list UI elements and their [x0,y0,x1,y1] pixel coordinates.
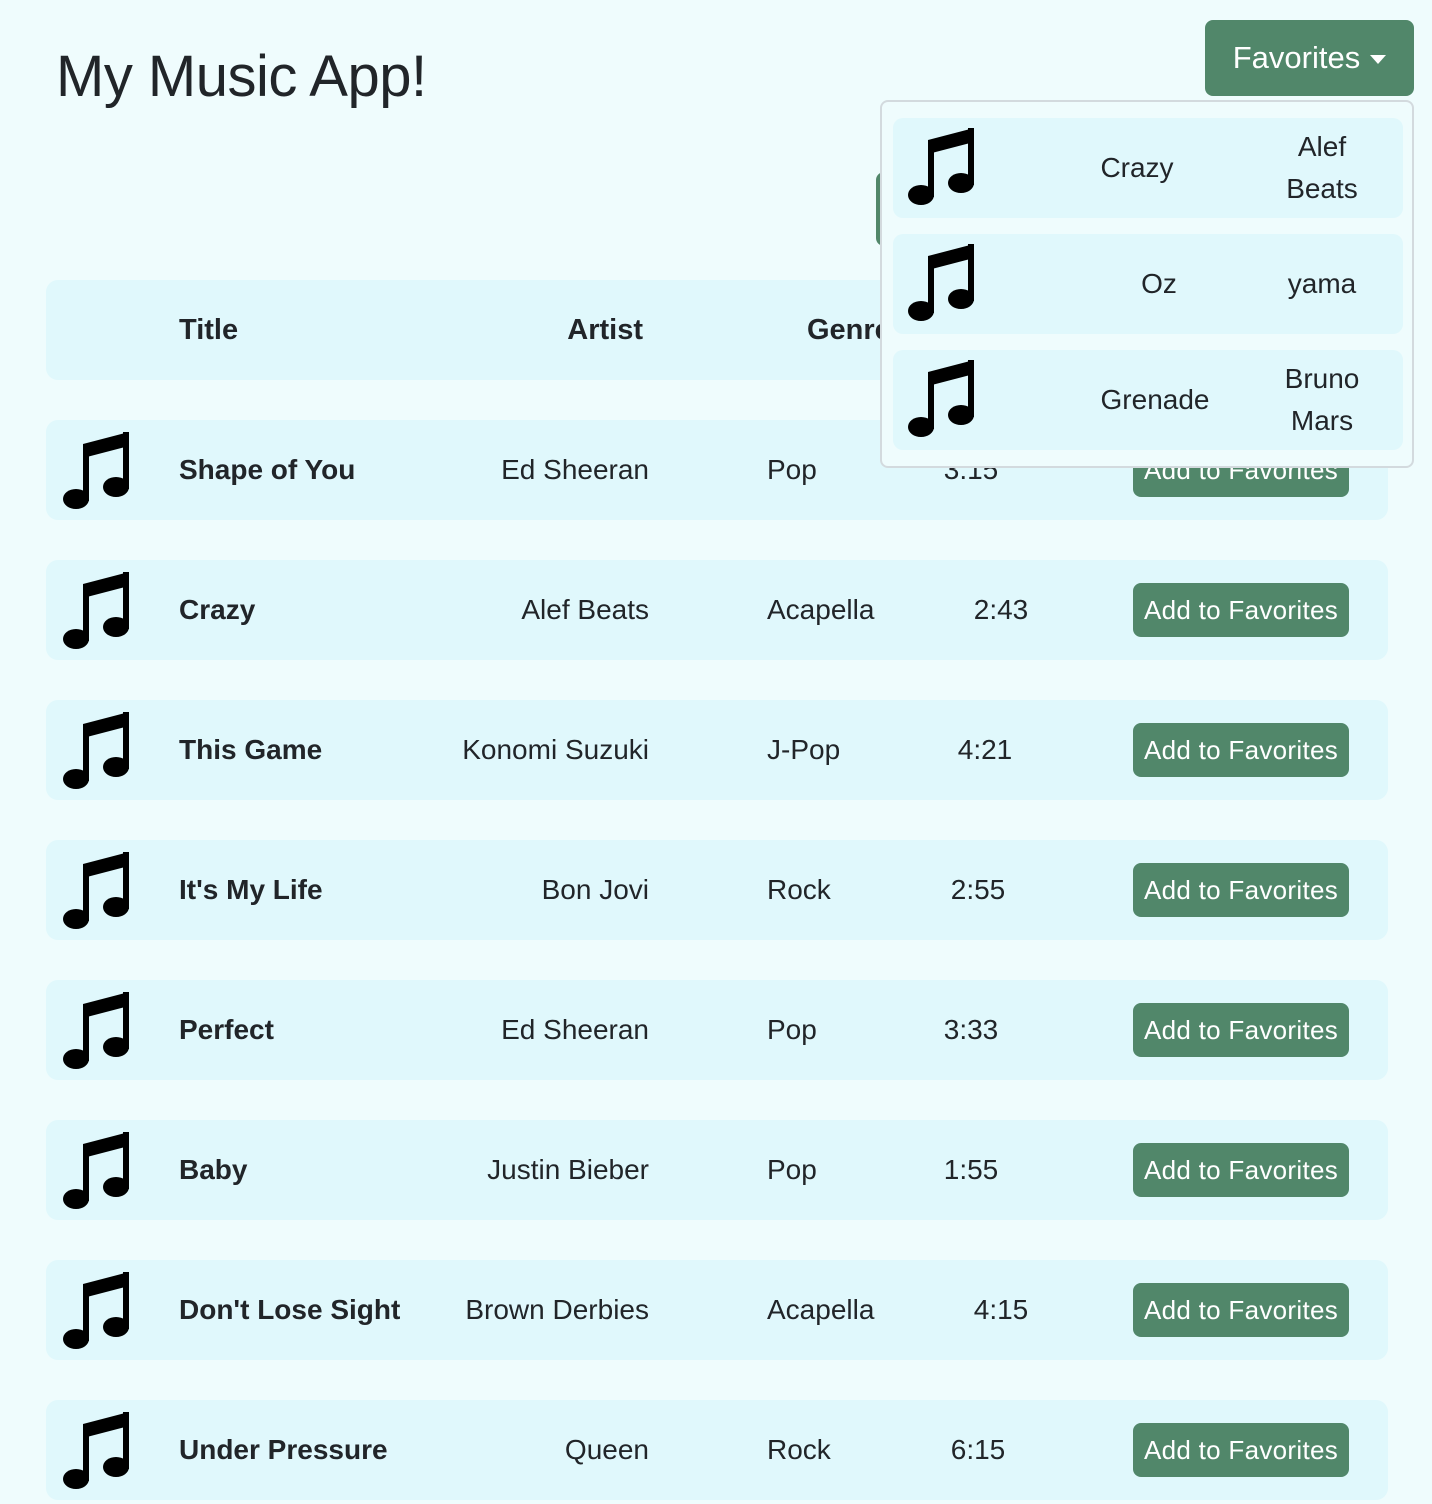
header-artist: Artist [567,314,643,346]
song-artist: Brown Derbies [465,1294,649,1325]
song-genre: J-Pop [767,734,841,765]
favorites-menu-item[interactable]: Crazy Alef Beats [893,118,1403,218]
favorite-artist: Alef Beats [1286,131,1358,204]
song-row: Baby Justin Bieber Pop 1:55 Add to Favorites [46,1120,1388,1220]
song-genre: Pop [767,454,817,485]
favorites-dropdown-menu: Crazy Alef Beats Oz yama Grenade Bruno Mars [880,100,1414,468]
music-note-icon [62,1268,130,1352]
song-title: Crazy [179,594,256,625]
favorites-dropdown-label: Favorites [1232,40,1361,75]
song-genre: Rock [767,1434,831,1465]
song-row: It's My Life Bon Jovi Rock 2:55 Add to Favor… [46,840,1388,940]
song-title: Perfect [179,1014,274,1045]
favorites-menu-item[interactable]: Grenade Bruno Mars [893,350,1403,450]
favorite-title: Grenade [1100,384,1210,415]
song-duration: 1:55 [943,1154,999,1185]
favorites-menu-item[interactable]: Oz yama [893,234,1403,334]
song-genre: Acapella [767,594,875,625]
add-to-favorites-button[interactable]: Add to Favorites [1133,1143,1349,1197]
song-row: Crazy Alef Beats Acapella 2:43 Add to Favori… [46,560,1388,660]
music-note-icon [62,1128,130,1212]
song-genre: Pop [767,1154,817,1185]
header-title: Title [179,314,239,346]
add-to-favorites-button[interactable]: Add to Favorites [1133,723,1349,777]
favorites-dropdown-button[interactable]: Favorites [1205,20,1414,96]
music-note-icon [907,356,975,440]
song-row: Don't Lose Sight Brown Derbies Acapella 4:1… [46,1260,1388,1360]
add-to-favorites-button[interactable]: Add to Favorites [1133,1003,1349,1057]
song-duration: 4:15 [973,1294,1029,1325]
song-title: Under Pressure [179,1434,388,1465]
song-artist: Alef Beats [521,594,649,625]
add-to-favorites-button[interactable]: Add to Favorites [1133,1283,1349,1337]
header-genre: Genre [807,314,891,346]
music-note-icon [62,708,130,792]
song-title: Don't Lose Sight [179,1294,401,1325]
add-to-favorites-button[interactable]: Add to Favorites [1133,583,1349,637]
favorite-artist-wrap: Bruno Mars [1267,350,1377,450]
music-note-icon [62,568,130,652]
song-genre: Rock [767,874,831,905]
song-title: This Game [179,734,323,765]
song-row: This Game Konomi Suzuki J-Pop 4:21 Add to Fa… [46,700,1388,800]
music-note-icon [907,240,975,324]
music-note-icon [62,848,130,932]
song-artist: Ed Sheeran [501,1014,649,1045]
favorite-artist: Bruno Mars [1284,363,1360,436]
song-row: Under Pressure Queen Rock 6:15 Add to Favori… [46,1400,1388,1500]
song-title: Shape of You [179,454,356,485]
song-artist: Queen [564,1434,649,1465]
favorite-title: Crazy [1100,152,1174,183]
song-artist: Ed Sheeran [501,454,649,485]
music-note-icon [62,1408,130,1492]
song-artist: Konomi Suzuki [462,734,649,765]
music-note-icon [62,988,130,1072]
add-to-favorites-button[interactable]: Add to Favorites [1133,863,1349,917]
song-artist: Bon Jovi [541,874,649,905]
favorite-title: Oz [1141,268,1177,299]
song-duration: 4:21 [957,734,1013,765]
favorite-artist-wrap: yama [1267,234,1377,334]
song-duration: 3:33 [943,1014,999,1045]
song-artist: Justin Bieber [487,1154,649,1185]
song-title: Baby [179,1154,248,1185]
song-row: Perfect Ed Sheeran Pop 3:33 Add to Favorites [46,980,1388,1080]
app-title: My Music App! [56,44,427,109]
add-to-favorites-button[interactable]: Add to Favorites [1133,1423,1349,1477]
song-genre: Acapella [767,1294,875,1325]
favorite-artist-wrap: Alef Beats [1267,118,1377,218]
music-note-icon [62,428,130,512]
song-duration: 6:15 [950,1434,1006,1465]
favorite-artist: yama [1287,268,1357,299]
song-title: It's My Life [179,874,323,905]
music-note-icon [907,124,975,208]
caret-down-icon [1370,54,1387,64]
song-duration: 2:43 [973,594,1029,625]
song-duration: 2:55 [950,874,1006,905]
song-genre: Pop [767,1014,817,1045]
